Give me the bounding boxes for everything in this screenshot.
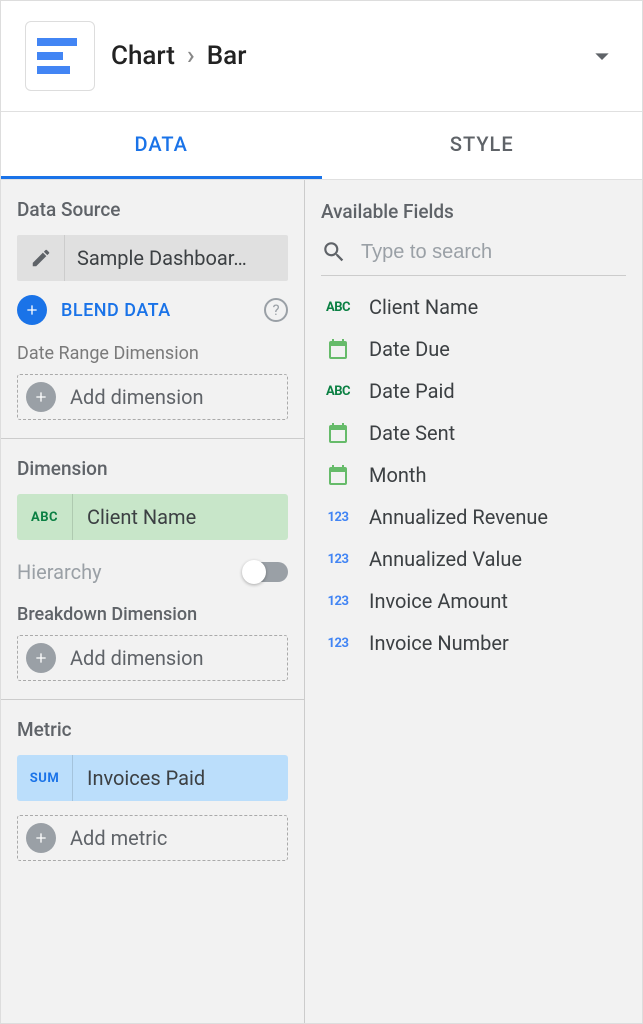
section-title: Breakdown Dimension xyxy=(17,604,288,625)
chip-label: Invoices Paid xyxy=(73,766,219,790)
field-item[interactable]: 123 Invoice Amount xyxy=(321,580,626,622)
date-type-icon xyxy=(321,337,355,361)
dimension-chip[interactable]: ABC Client Name xyxy=(17,494,288,540)
chevron-down-icon xyxy=(586,40,618,72)
hierarchy-row: Hierarchy xyxy=(17,560,288,584)
breadcrumb-parent[interactable]: Chart xyxy=(111,41,175,71)
left-panel: Data Source Sample Dashboar… BLEND DATA … xyxy=(1,180,305,1023)
data-source-section: Data Source Sample Dashboar… BLEND DATA … xyxy=(1,180,304,439)
add-metric[interactable]: Add metric xyxy=(17,815,288,861)
plus-button xyxy=(26,823,56,853)
plus-icon xyxy=(33,830,49,846)
add-text: Add dimension xyxy=(70,646,204,670)
field-label: Invoice Amount xyxy=(369,589,508,613)
tab-bar: DATA STYLE xyxy=(1,112,642,180)
chip-type-abc: ABC xyxy=(17,494,73,540)
field-item[interactable]: Date Due xyxy=(321,328,626,370)
content-area: Data Source Sample Dashboar… BLEND DATA … xyxy=(1,180,642,1023)
data-source-selector[interactable]: Sample Dashboar… xyxy=(17,235,288,281)
field-item[interactable]: 123 Annualized Revenue xyxy=(321,496,626,538)
field-item[interactable]: Date Sent xyxy=(321,412,626,454)
data-source-name: Sample Dashboar… xyxy=(65,246,288,270)
field-item[interactable]: ABC Client Name xyxy=(321,286,626,328)
plus-icon xyxy=(24,302,40,318)
field-label: Month xyxy=(369,463,426,487)
tab-style[interactable]: STYLE xyxy=(322,112,643,179)
hierarchy-label: Hierarchy xyxy=(17,560,102,584)
number-type-icon: 123 xyxy=(321,552,355,567)
field-label: Date Paid xyxy=(369,379,455,403)
number-type-icon: 123 xyxy=(321,510,355,525)
chip-label: Client Name xyxy=(73,505,210,529)
chart-type-icon-box[interactable] xyxy=(25,21,95,91)
search-input[interactable] xyxy=(361,241,626,264)
plus-button xyxy=(26,382,56,412)
breadcrumb-current: Bar xyxy=(207,41,247,71)
field-item[interactable]: 123 Annualized Value xyxy=(321,538,626,580)
question-icon: ? xyxy=(272,301,279,319)
metric-section: Metric SUM Invoices Paid Add metric xyxy=(1,700,304,879)
collapse-button[interactable] xyxy=(586,40,618,72)
blend-data-row: BLEND DATA ? xyxy=(17,295,288,325)
bar-chart-icon xyxy=(37,36,83,76)
field-list: ABC Client Name Date Due ABC Date Paid Date S… xyxy=(321,286,626,664)
section-title: Date Range Dimension xyxy=(17,343,288,364)
section-title: Dimension xyxy=(17,457,288,480)
field-label: Client Name xyxy=(369,295,478,319)
field-label: Invoice Number xyxy=(369,631,509,655)
add-text: Add metric xyxy=(70,826,167,850)
section-title: Metric xyxy=(17,718,288,741)
edit-data-source-button[interactable] xyxy=(17,235,65,281)
breadcrumb: Chart › Bar xyxy=(111,41,570,71)
add-text: Add dimension xyxy=(70,385,204,409)
tab-data[interactable]: DATA xyxy=(1,112,322,179)
date-type-icon xyxy=(321,421,355,445)
panel-header: Chart › Bar xyxy=(1,1,642,112)
field-label: Date Due xyxy=(369,337,450,361)
plus-icon xyxy=(33,650,49,666)
blend-data-label[interactable]: BLEND DATA xyxy=(61,300,250,321)
field-label: Date Sent xyxy=(369,421,455,445)
plus-button xyxy=(26,643,56,673)
blend-help-button[interactable]: ? xyxy=(264,298,288,322)
pencil-icon xyxy=(30,247,52,269)
toggle-knob xyxy=(242,560,266,584)
add-date-range-dimension[interactable]: Add dimension xyxy=(17,374,288,420)
field-label: Annualized Revenue xyxy=(369,505,548,529)
field-item[interactable]: ABC Date Paid xyxy=(321,370,626,412)
section-title: Data Source xyxy=(17,198,288,221)
dimension-section: Dimension ABC Client Name Hierarchy Brea… xyxy=(1,439,304,700)
number-type-icon: 123 xyxy=(321,636,355,651)
plus-icon xyxy=(33,389,49,405)
chevron-right-icon: › xyxy=(187,41,195,71)
search-icon xyxy=(321,239,347,265)
number-type-icon: 123 xyxy=(321,594,355,609)
field-label: Annualized Value xyxy=(369,547,522,571)
text-type-icon: ABC xyxy=(321,300,355,315)
search-row xyxy=(321,239,626,276)
add-breakdown-dimension[interactable]: Add dimension xyxy=(17,635,288,681)
field-item[interactable]: Month xyxy=(321,454,626,496)
date-type-icon xyxy=(321,463,355,487)
field-item[interactable]: 123 Invoice Number xyxy=(321,622,626,664)
chip-type-sum: SUM xyxy=(17,755,73,801)
hierarchy-toggle[interactable] xyxy=(244,562,288,582)
text-type-icon: ABC xyxy=(321,384,355,399)
panel-title: Available Fields xyxy=(321,200,626,223)
metric-chip[interactable]: SUM Invoices Paid xyxy=(17,755,288,801)
blend-add-button[interactable] xyxy=(17,295,47,325)
available-fields-panel: Available Fields ABCClient NameDate DueA… xyxy=(305,180,642,1023)
